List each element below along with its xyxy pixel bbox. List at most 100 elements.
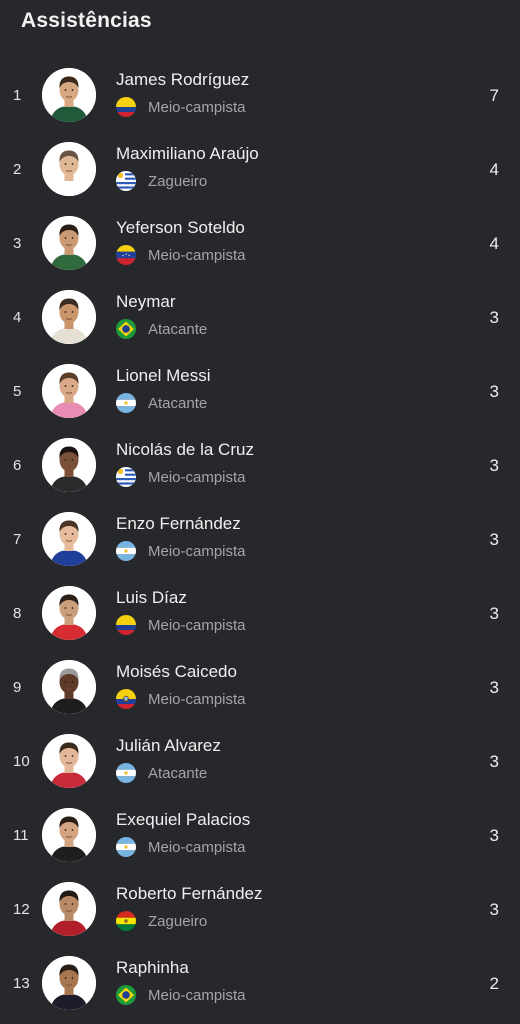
- venezuela-flag-icon: [116, 245, 136, 265]
- assists-count: 4: [489, 234, 499, 253]
- uruguay-flag-icon: [116, 171, 136, 191]
- player-name[interactable]: Roberto Fernández: [116, 884, 262, 904]
- assists-count: 3: [489, 308, 499, 327]
- brazil-flag-icon: [116, 319, 136, 339]
- rank-number: 7: [13, 531, 22, 548]
- player-meta: Meio-campista: [116, 96, 246, 118]
- assists-count: 3: [489, 530, 499, 549]
- ecuador-flag-icon: [116, 689, 136, 709]
- player-meta: Meio-campista: [116, 540, 246, 562]
- assists-count: 3: [489, 826, 499, 845]
- player-row-7[interactable]: 7 Enzo Fernández Meio-campista 3: [0, 503, 520, 577]
- player-row-13[interactable]: 13 Raphinha Meio-campista 2: [0, 947, 520, 1021]
- player-position: Atacante: [148, 764, 208, 782]
- player-name[interactable]: Moisés Caicedo: [116, 662, 237, 682]
- player-name[interactable]: James Rodríguez: [116, 70, 249, 90]
- assists-count: 3: [489, 678, 499, 697]
- player-avatar[interactable]: [42, 438, 96, 492]
- uruguay-flag-icon: [116, 467, 136, 487]
- player-avatar[interactable]: [42, 512, 96, 566]
- assists-count: 3: [489, 382, 499, 401]
- player-row-5[interactable]: 5 Lionel Messi Atacante 3: [0, 355, 520, 429]
- player-meta: Atacante: [116, 762, 207, 784]
- player-meta: Meio-campista: [116, 614, 246, 636]
- colombia-flag-icon: [116, 97, 136, 117]
- player-name[interactable]: Enzo Fernández: [116, 514, 241, 534]
- player-position: Meio-campista: [148, 542, 246, 560]
- player-position: Zagueiro: [148, 172, 208, 190]
- assists-panel: Assistências 1 James Rodríguez Meio-camp…: [0, 0, 520, 1024]
- player-avatar[interactable]: [42, 364, 96, 418]
- rank-number: 13: [13, 975, 30, 992]
- player-avatar[interactable]: [42, 68, 96, 122]
- player-avatar[interactable]: [42, 808, 96, 862]
- argentina-flag-icon: [116, 393, 136, 413]
- assists-count: 4: [489, 160, 499, 179]
- assists-count: 3: [489, 900, 499, 919]
- argentina-flag-icon: [116, 763, 136, 783]
- player-position: Meio-campista: [148, 986, 246, 1004]
- player-name[interactable]: Maximiliano Araújo: [116, 144, 259, 164]
- rank-number: 1: [13, 87, 22, 104]
- player-avatar[interactable]: [42, 956, 96, 1010]
- player-name[interactable]: Julián Alvarez: [116, 736, 221, 756]
- player-meta: Meio-campista: [116, 688, 246, 710]
- rank-number: 12: [13, 901, 30, 918]
- player-avatar[interactable]: [42, 734, 96, 788]
- player-meta: Zagueiro: [116, 170, 207, 192]
- assists-count: 7: [489, 86, 499, 105]
- player-meta: Meio-campista: [116, 244, 246, 266]
- player-name[interactable]: Exequiel Palacios: [116, 810, 250, 830]
- player-name[interactable]: Raphinha: [116, 958, 189, 978]
- player-name[interactable]: Yeferson Soteldo: [116, 218, 245, 238]
- player-position: Meio-campista: [148, 468, 246, 486]
- player-row-2[interactable]: 2 Maximiliano Araújo Zagueiro 4: [0, 133, 520, 207]
- player-row-10[interactable]: 10 Julián Alvarez Atacante 3: [0, 725, 520, 799]
- player-row-8[interactable]: 8 Luis Díaz Meio-campista 3: [0, 577, 520, 651]
- argentina-flag-icon: [116, 541, 136, 561]
- player-avatar[interactable]: [42, 660, 96, 714]
- player-position: Atacante: [148, 394, 208, 412]
- player-position: Meio-campista: [148, 838, 246, 856]
- player-avatar[interactable]: [42, 216, 96, 270]
- rank-number: 8: [13, 605, 22, 622]
- player-position: Zagueiro: [148, 912, 208, 930]
- player-row-3[interactable]: 3 Yeferson Soteldo Meio-campista 4: [0, 207, 520, 281]
- player-position: Atacante: [148, 320, 208, 338]
- player-meta: Meio-campista: [116, 984, 246, 1006]
- player-name[interactable]: Neymar: [116, 292, 176, 312]
- player-row-4[interactable]: 4 Neymar Atacante 3: [0, 281, 520, 355]
- colombia-flag-icon: [116, 615, 136, 635]
- player-position: Meio-campista: [148, 616, 246, 634]
- player-row-9[interactable]: 9 Moisés Caicedo Meio-campista 3: [0, 651, 520, 725]
- rank-number: 6: [13, 457, 22, 474]
- player-row-12[interactable]: 12 Roberto Fernández Zagueiro 3: [0, 873, 520, 947]
- rank-number: 11: [13, 827, 29, 844]
- rank-number: 2: [13, 161, 22, 178]
- player-position: Meio-campista: [148, 246, 246, 264]
- player-meta: Meio-campista: [116, 836, 246, 858]
- player-avatar[interactable]: [42, 142, 96, 196]
- argentina-flag-icon: [116, 837, 136, 857]
- brazil-flag-icon: [116, 985, 136, 1005]
- rank-number: 10: [13, 753, 30, 770]
- player-meta: Meio-campista: [116, 466, 246, 488]
- bolivia-flag-icon: [116, 911, 136, 931]
- player-avatar[interactable]: [42, 586, 96, 640]
- player-position: Meio-campista: [148, 690, 246, 708]
- player-position: Meio-campista: [148, 98, 246, 116]
- player-avatar[interactable]: [42, 882, 96, 936]
- rank-number: 9: [13, 679, 22, 696]
- player-name[interactable]: Lionel Messi: [116, 366, 211, 386]
- assists-count: 3: [489, 456, 499, 475]
- player-name[interactable]: Luis Díaz: [116, 588, 187, 608]
- section-title: Assistências: [21, 9, 152, 32]
- player-name[interactable]: Nicolás de la Cruz: [116, 440, 254, 460]
- player-avatar[interactable]: [42, 290, 96, 344]
- rank-number: 4: [13, 309, 22, 326]
- player-row-11[interactable]: 11 Exequiel Palacios Meio-campista 3: [0, 799, 520, 873]
- player-meta: Atacante: [116, 392, 207, 414]
- player-row-6[interactable]: 6 Nicolás de la Cruz Meio-campista 3: [0, 429, 520, 503]
- rank-number: 5: [13, 383, 22, 400]
- player-row-1[interactable]: 1 James Rodríguez Meio-campista 7: [0, 59, 520, 133]
